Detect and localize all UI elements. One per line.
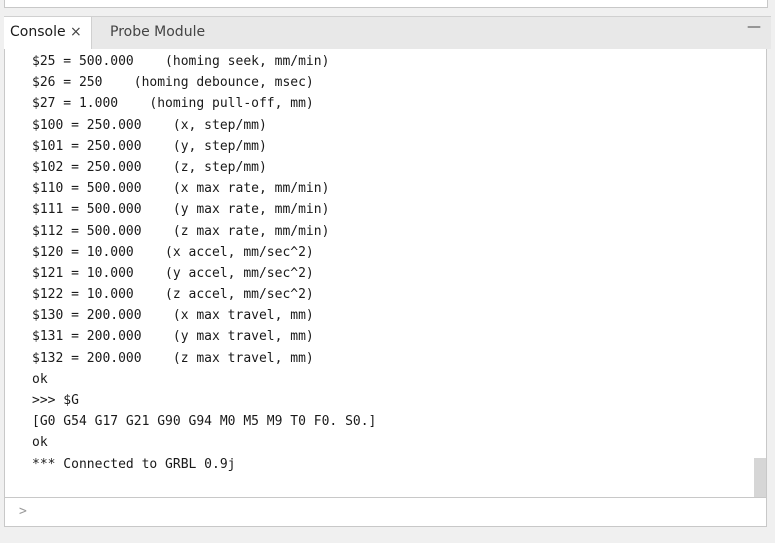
console-line: $130 = 200.000 (x max travel, mm) <box>32 308 314 324</box>
console-line: $120 = 10.000 (x accel, mm/sec^2) <box>32 244 314 260</box>
console-line: $112 = 500.000 (z max rate, mm/min) <box>32 223 330 239</box>
console-line: $26 = 250 (homing debounce, msec) <box>32 75 314 91</box>
command-input-row: > <box>4 497 767 527</box>
top-panel <box>4 0 768 8</box>
console-line: $111 = 500.000 (y max rate, mm/min) <box>32 202 330 218</box>
console-line: $102 = 250.000 (z, step/mm) <box>32 159 267 175</box>
console-line: $131 = 200.000 (y max travel, mm) <box>32 329 314 345</box>
tab-bar: Console × Probe Module — <box>4 16 771 50</box>
console-line: $132 = 200.000 (z max travel, mm) <box>32 350 314 366</box>
console-line: $121 = 10.000 (y accel, mm/sec^2) <box>32 265 314 281</box>
console-line: $110 = 500.000 (x max rate, mm/min) <box>32 181 330 197</box>
console-line: ok <box>32 435 48 451</box>
console-line: ok <box>32 371 48 387</box>
prompt-icon: > <box>19 504 27 519</box>
console-line: *** Connected to GRBL 0.9j <box>32 456 236 472</box>
vertical-scrollbar[interactable] <box>754 49 766 497</box>
console-line: $25 = 500.000 (homing seek, mm/min) <box>32 54 330 69</box>
tab-console-label: Console <box>10 24 66 40</box>
tab-console[interactable]: Console × <box>4 17 92 50</box>
scrollbar-thumb[interactable] <box>754 458 766 497</box>
close-icon[interactable]: × <box>70 17 82 48</box>
command-input[interactable] <box>33 501 757 525</box>
console-line: >>> $G <box>32 393 79 408</box>
tab-probe-module[interactable]: Probe Module <box>110 17 220 50</box>
console-line: $100 = 250.000 (x, step/mm) <box>32 117 267 133</box>
console-line: $101 = 250.000 (y, step/mm) <box>32 138 267 154</box>
console-lines: $25 = 500.000 (homing seek, mm/min) $26 =… <box>32 51 376 475</box>
console-output[interactable]: $25 = 500.000 (homing seek, mm/min) $26 =… <box>4 49 767 497</box>
minimize-icon[interactable]: — <box>747 19 761 35</box>
console-line: $122 = 10.000 (z accel, mm/sec^2) <box>32 287 314 303</box>
console-line: $27 = 1.000 (homing pull-off, mm) <box>32 96 314 112</box>
console-line: [G0 G54 G17 G21 G90 G94 M0 M5 M9 T0 F0. … <box>32 414 377 430</box>
